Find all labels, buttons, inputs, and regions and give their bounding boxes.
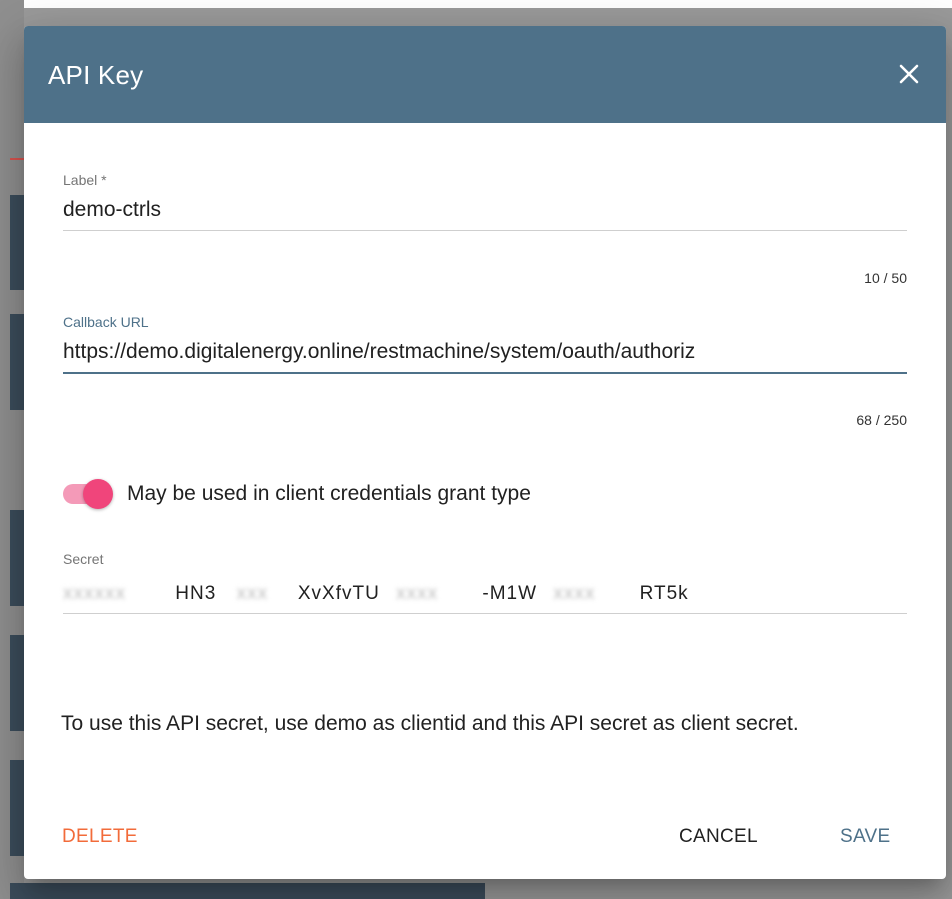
close-button[interactable] — [894, 59, 924, 89]
dialog-header: API Key — [24, 26, 946, 123]
delete-button[interactable]: DELETE — [62, 826, 138, 848]
save-button[interactable]: SAVE — [840, 826, 890, 848]
dialog-title: API Key — [48, 60, 144, 90]
secret-value: xxxxxx HN3 xxx XvXfvTU xxxx -M1W xxxx RT… — [63, 583, 907, 605]
callback-url-field[interactable]: Callback URL https://demo.digitalenergy.… — [63, 314, 907, 428]
callback-url-char-counter: 68 / 250 — [856, 412, 907, 428]
background-bar — [10, 883, 485, 899]
callback-url-label: Callback URL — [63, 314, 149, 330]
client-credentials-toggle[interactable]: May be used in client credentials grant … — [63, 479, 531, 509]
secret-redacted: xxx — [236, 583, 269, 604]
secret-field: Secret xxxxxx HN3 xxx XvXfvTU xxxx -M1W … — [63, 551, 907, 614]
label-field-underline — [63, 230, 907, 231]
background-page-top — [0, 0, 952, 8]
secret-part: -M1W — [482, 583, 538, 604]
background-card — [10, 635, 24, 731]
callback-url-input[interactable]: https://demo.digitalenergy.online/restma… — [63, 340, 907, 364]
api-key-dialog: API Key Label * demo-ctrls 10 / 50 Callb… — [24, 26, 946, 879]
label-field[interactable]: Label * demo-ctrls 10 / 50 — [63, 172, 907, 286]
label-input[interactable]: demo-ctrls — [63, 198, 907, 222]
label-field-label: Label * — [63, 172, 107, 188]
client-credentials-label: May be used in client credentials grant … — [127, 482, 531, 505]
secret-label: Secret — [63, 551, 104, 567]
background-card — [10, 314, 24, 410]
info-text: To use this API secret, use demo as clie… — [61, 712, 799, 735]
secret-redacted: xxxx — [396, 583, 439, 604]
secret-underline — [63, 613, 907, 614]
background-tab-indicator — [10, 158, 24, 160]
secret-part: XvXfvTU — [297, 583, 380, 604]
secret-part: HN3 — [175, 583, 217, 604]
toggle-thumb[interactable] — [83, 479, 113, 509]
close-icon — [899, 64, 919, 84]
background-card — [10, 195, 24, 290]
label-char-counter: 10 / 50 — [864, 270, 907, 286]
background-card — [10, 510, 24, 606]
background-card — [10, 760, 24, 856]
cancel-button[interactable]: CANCEL — [679, 826, 758, 848]
toggle-track[interactable] — [63, 479, 113, 509]
secret-redacted: xxxxxx — [63, 583, 126, 604]
callback-url-underline — [63, 372, 907, 374]
secret-redacted: xxxx — [553, 583, 596, 604]
secret-part: RT5k — [639, 583, 689, 604]
